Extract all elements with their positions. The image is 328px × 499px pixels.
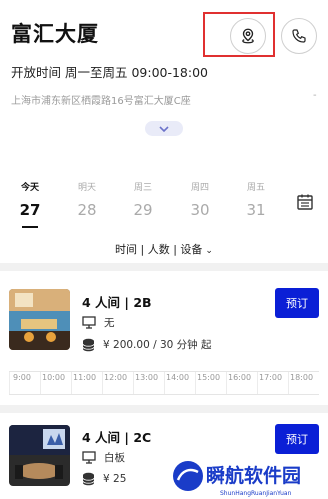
day-number: 30 [190, 201, 210, 219]
chevron-down-icon [159, 125, 169, 132]
day-tab-0[interactable]: 今天 27 [10, 180, 50, 219]
monitor-icon [82, 316, 96, 329]
monitor-icon [82, 451, 96, 464]
timeline-tick: 10:00 [42, 373, 66, 382]
day-label: 周三 [133, 183, 152, 193]
day-tab-1[interactable]: 明天 28 [67, 180, 107, 219]
day-number: 31 [246, 201, 266, 219]
watermark-logo: 瞬航软件园 ShunHangRuanJianYuan [168, 456, 328, 499]
timeline-tick: 13:00 [135, 373, 159, 382]
price-text: ¥ 200.00 / 30 分钟 起 [103, 339, 212, 351]
calendar-icon[interactable] [296, 193, 314, 211]
timeline-gridline [71, 372, 72, 394]
filter-label: 时间 | 人数 | 设备 [115, 243, 203, 256]
day-tab-4[interactable]: 周五 31 [236, 180, 276, 219]
active-day-underline [22, 226, 38, 228]
timeline-gridline [288, 372, 289, 394]
availability-timeline[interactable]: 9:00 10:00 11:00 12:00 13:00 14:00 15:00… [9, 371, 319, 395]
day-number: 27 [19, 201, 41, 219]
room-price: ¥ 200.00 / 30 分钟 起 [82, 337, 212, 352]
opening-hours: 开放时间 周一至周五 09:00-18:00 [11, 65, 209, 80]
day-tab-2[interactable]: 周三 29 [123, 180, 163, 219]
room-title: 4 人间 | 2C [82, 430, 152, 445]
phone-button[interactable] [281, 18, 317, 54]
chevron-down-icon: ⌄ [205, 246, 213, 256]
timeline-gridline [133, 372, 134, 394]
expand-button[interactable] [145, 121, 183, 136]
coins-icon [82, 338, 95, 351]
room-price: ¥ 25 [82, 472, 126, 486]
day-label: 周五 [246, 183, 265, 193]
timeline-gridline [195, 372, 196, 394]
coins-icon [82, 472, 95, 486]
day-label: 周四 [190, 183, 209, 193]
timeline-tick: 15:00 [197, 373, 221, 382]
room-equipment: 无 [82, 315, 115, 330]
timeline-gridline [40, 372, 41, 394]
filter-dropdown[interactable]: 时间 | 人数 | 设备 ⌄ [0, 241, 328, 257]
day-tab-3[interactable]: 周四 30 [180, 180, 220, 219]
address: 上海市浦东新区栖霞路16号富汇大厦C座 [11, 96, 191, 107]
timeline-gridline [102, 372, 103, 394]
address-more: - [313, 90, 317, 101]
book-button[interactable]: 预订 [275, 288, 319, 318]
day-label: 明天 [77, 183, 96, 193]
day-label: 今天 [20, 183, 39, 193]
watermark-subtext: ShunHangRuanJianYuan [220, 490, 292, 497]
page-title: 富汇大厦 [11, 22, 99, 46]
equipment-text: 无 [104, 317, 115, 329]
section-divider [0, 405, 328, 413]
book-button[interactable]: 预订 [275, 424, 319, 454]
price-text: ¥ 25 [103, 473, 127, 485]
timeline-gridline [164, 372, 165, 394]
room-photo[interactable] [9, 289, 70, 350]
equipment-text: 白板 [104, 452, 125, 464]
timeline-gridline [226, 372, 227, 394]
room-photo[interactable] [9, 425, 70, 486]
timeline-tick: 17:00 [259, 373, 283, 382]
room-equipment: 白板 [82, 450, 125, 465]
map-pin-icon [242, 28, 254, 44]
timeline-tick: 12:00 [104, 373, 128, 382]
location-button[interactable] [230, 18, 266, 54]
section-divider [0, 263, 328, 271]
timeline-tick: 18:00 [290, 373, 314, 382]
day-number: 28 [77, 201, 97, 219]
timeline-tick: 11:00 [73, 373, 97, 382]
phone-icon [292, 29, 306, 43]
watermark-text: 瞬航软件园 [206, 464, 301, 487]
timeline-gridline [257, 372, 258, 394]
timeline-gridline [9, 372, 10, 394]
timeline-tick: 9:00 [13, 373, 31, 382]
room-title: 4 人间 | 2B [82, 295, 152, 310]
timeline-tick: 14:00 [166, 373, 190, 382]
timeline-tick: 16:00 [228, 373, 252, 382]
day-number: 29 [133, 201, 153, 219]
